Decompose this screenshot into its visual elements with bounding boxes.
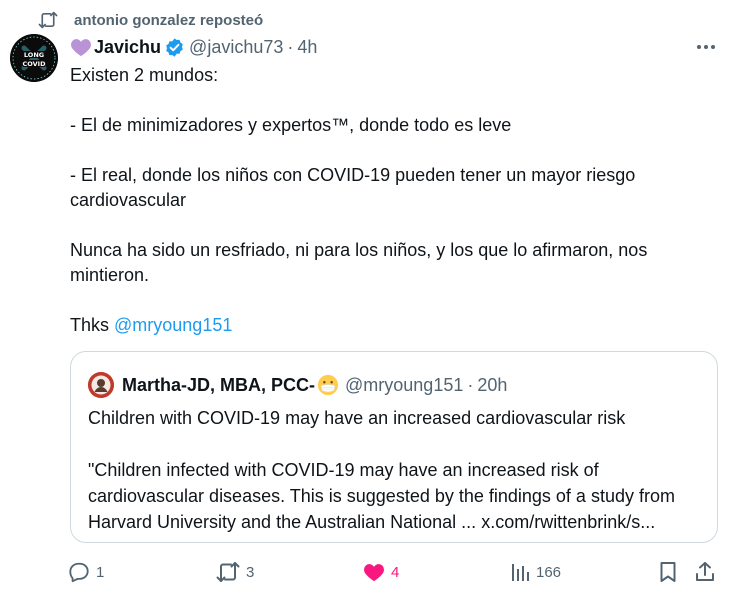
repost-count: 3 — [246, 563, 255, 581]
tweet-line — [70, 138, 710, 163]
tweet-line — [70, 213, 710, 238]
quoted-line — [88, 431, 708, 457]
quoted-tweet-header: Martha-JD, MBA, PCC- @mryoung151 · 20h — [88, 371, 507, 399]
views-button[interactable]: 166 — [510, 558, 561, 586]
repost-icon — [38, 9, 60, 31]
reply-icon — [68, 561, 90, 583]
action-bar: 1 3 4 166 — [0, 558, 738, 586]
tweet-line: Existen 2 mundos: — [70, 65, 219, 85]
reply-count: 1 — [96, 563, 105, 581]
tweet-line: - El real, donde los niños con COVID-19 … — [70, 165, 636, 185]
tweet-header: Javichu @javichu73 · 4h — [70, 35, 317, 59]
like-count: 4 — [391, 563, 400, 581]
quoted-post-time[interactable]: 20h — [477, 375, 507, 396]
avatar[interactable]: LONG COVID — [10, 34, 58, 82]
quoted-author-name[interactable]: Martha-JD, MBA, PCC- — [122, 375, 315, 396]
repost-label[interactable]: antonio gonzalez reposteó — [74, 12, 263, 29]
bookmark-icon — [658, 561, 678, 583]
tweet-line: - El de minimizadores y expertos™, donde… — [70, 115, 512, 135]
share-icon — [694, 561, 716, 583]
quoted-line: cardiovascular diseases. This is suggest… — [88, 486, 675, 506]
share-button[interactable] — [694, 558, 716, 586]
repost-context[interactable]: antonio gonzalez reposteó — [38, 9, 263, 31]
quoted-author-handle[interactable]: @mryoung151 — [345, 375, 463, 396]
tweet-line: Nunca ha sido un resfriado, ni para los … — [70, 240, 648, 260]
tweet-line — [70, 88, 710, 113]
avatar-text-top: LONG — [24, 51, 44, 59]
thanks-text: Thks — [70, 315, 115, 335]
views-count: 166 — [536, 563, 562, 581]
reply-button[interactable]: 1 — [68, 558, 104, 586]
tweet-text: Existen 2 mundos: - El de minimizadores … — [70, 63, 710, 338]
tweet-line — [70, 288, 710, 313]
heart-filled-icon — [363, 562, 385, 582]
purple-heart-icon — [70, 37, 92, 57]
quoted-tweet[interactable]: Martha-JD, MBA, PCC- @mryoung151 · 20h C… — [70, 351, 718, 543]
tweet-line: mintieron. — [70, 265, 150, 285]
avatar-text-bottom: COVID — [23, 60, 47, 68]
verified-badge-icon[interactable] — [164, 37, 185, 58]
tweet-thanks-line: Thks @mryoung151 — [70, 313, 710, 338]
bookmark-button[interactable] — [658, 558, 678, 586]
author-name[interactable]: Javichu — [94, 37, 161, 58]
separator-dot: · — [287, 36, 294, 57]
mask-face-emoji-icon — [317, 374, 339, 396]
quoted-tweet-text: Children with COVID-19 may have an incre… — [88, 405, 708, 535]
author-handle[interactable]: @javichu73 — [189, 37, 283, 58]
more-options-icon[interactable] — [694, 37, 718, 57]
quoted-line: Harvard University and the Australian Na… — [88, 512, 656, 532]
like-button[interactable]: 4 — [363, 558, 399, 586]
mention-link[interactable]: @mryoung151 — [114, 315, 232, 335]
repost-button[interactable]: 3 — [216, 558, 254, 586]
post-time[interactable]: 4h — [297, 37, 317, 58]
quoted-avatar[interactable] — [88, 372, 114, 398]
views-chart-icon — [510, 562, 530, 582]
quoted-line: Children with COVID-19 may have an incre… — [88, 408, 626, 428]
repost-action-icon — [216, 561, 240, 583]
quoted-line: "Children infected with COVID-19 may hav… — [88, 460, 599, 480]
separator-dot: · — [467, 374, 474, 395]
tweet-line: cardiovascular — [70, 190, 187, 210]
